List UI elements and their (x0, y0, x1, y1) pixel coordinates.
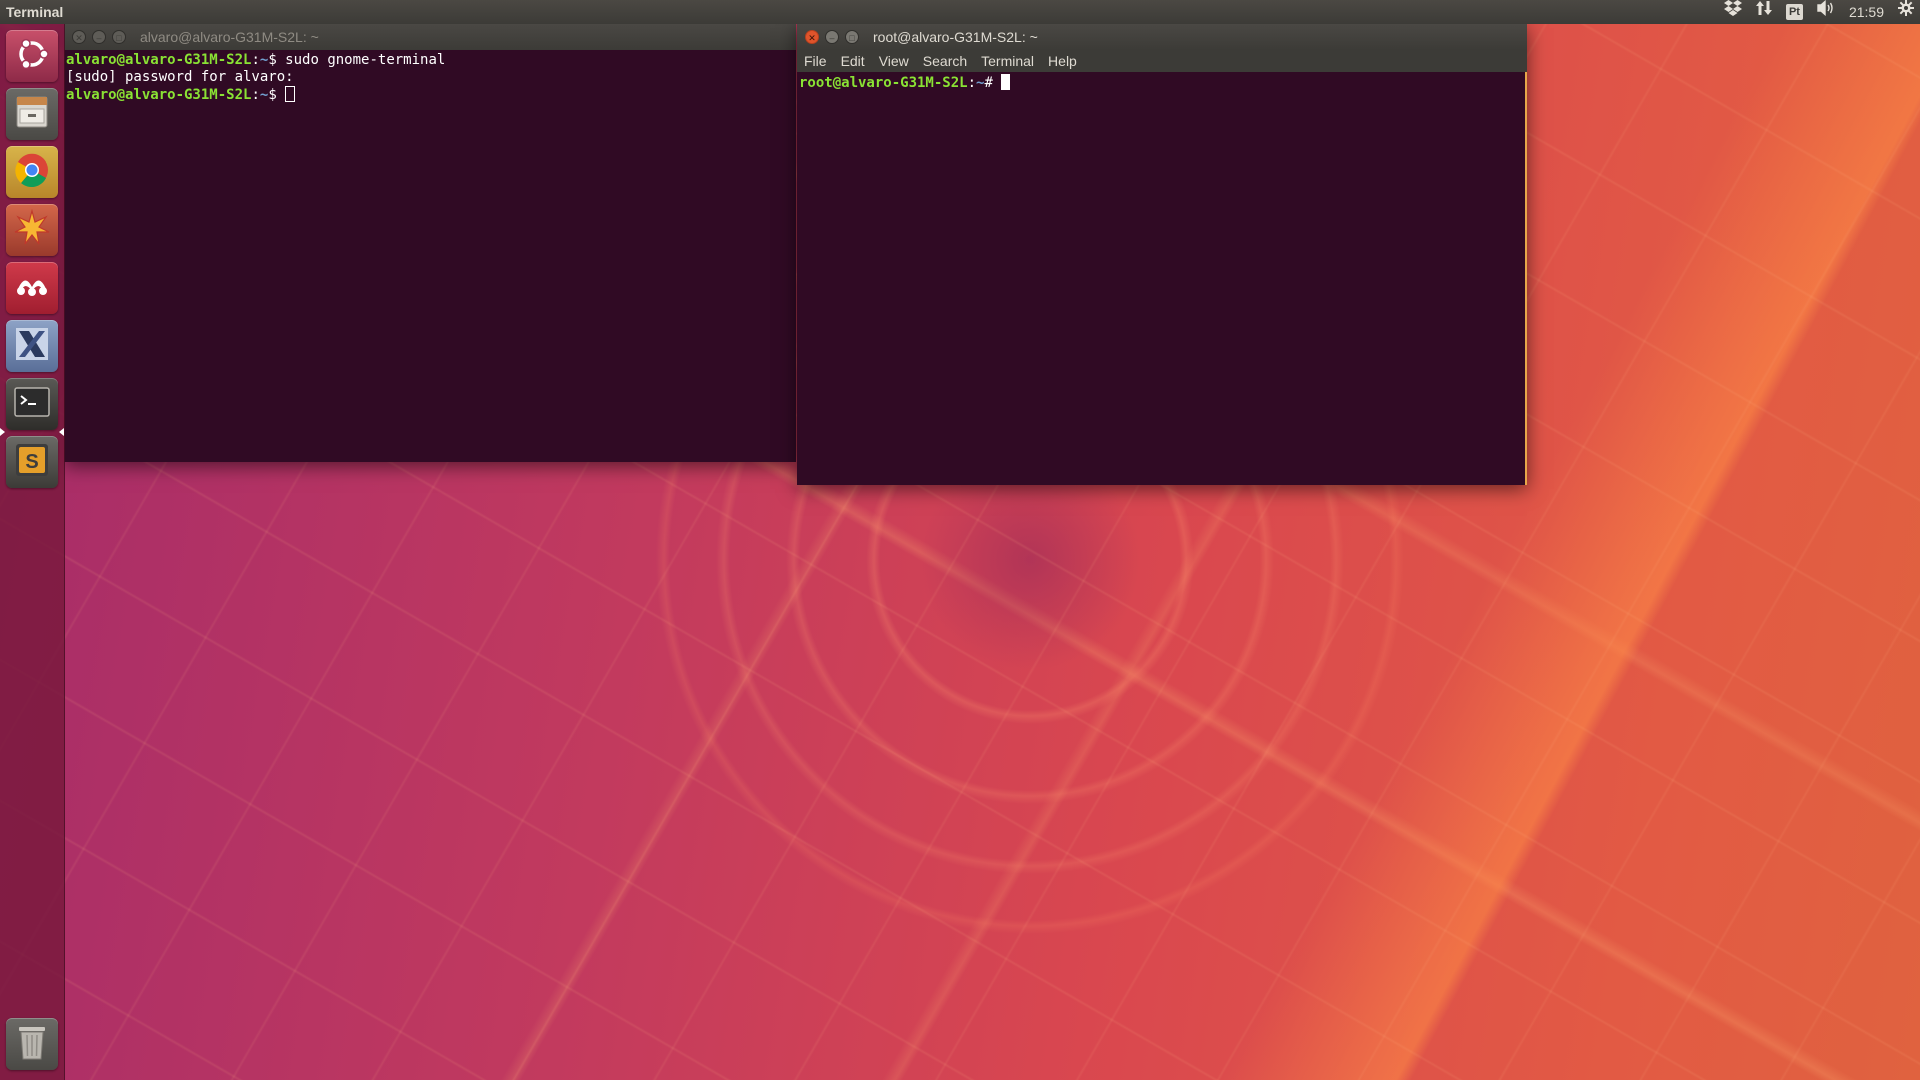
launcher-running-indicator (0, 428, 5, 436)
maximize-button[interactable]: □ (112, 30, 126, 44)
terminal-icon (13, 385, 51, 424)
keyboard-layout-indicator[interactable]: Pt (1785, 4, 1803, 20)
menu-view[interactable]: View (877, 53, 911, 69)
indicator-area: Pt 21:59 (1723, 0, 1914, 24)
menu-search[interactable]: Search (921, 53, 969, 69)
dropbox-icon[interactable] (1723, 0, 1742, 24)
launcher-chrome[interactable] (6, 146, 58, 198)
launcher-dash-home[interactable] (6, 30, 58, 82)
ubuntu-logo-icon (14, 36, 50, 77)
command-text: sudo gnome-terminal (285, 52, 446, 68)
network-icon[interactable] (1755, 0, 1772, 24)
window-titlebar[interactable]: ✕ – □ root@alvaro-G31M-S2L: ~ (797, 24, 1527, 50)
window-controls: ✕ – □ (797, 30, 873, 44)
launcher-trash[interactable] (6, 1018, 58, 1070)
terminal-cursor (285, 86, 296, 102)
gear-icon[interactable] (1898, 0, 1914, 24)
terminal-line: alvaro@alvaro-G31M-S2L:~$ (66, 86, 794, 104)
window-title: alvaro@alvaro-G31M-S2L: ~ (140, 29, 319, 45)
terminal-window-root[interactable]: ✕ – □ root@alvaro-G31M-S2L: ~ File Edit … (797, 24, 1527, 485)
trash-icon (14, 1022, 50, 1067)
terminal-output[interactable]: root@alvaro-G31M-S2L:~# (797, 72, 1527, 485)
launcher-terminal[interactable] (6, 378, 58, 430)
sublime-icon: S (13, 441, 51, 484)
launcher-x-app[interactable] (6, 320, 58, 372)
clock[interactable]: 21:59 (1849, 4, 1884, 20)
file-cabinet-icon (13, 93, 51, 136)
maximize-button[interactable]: □ (845, 30, 859, 44)
minimize-button[interactable]: – (92, 30, 106, 44)
star-burst-icon (13, 208, 51, 252)
launcher-sublime-text[interactable]: S (6, 436, 58, 488)
svg-text:S: S (25, 451, 38, 473)
launcher-files[interactable] (6, 88, 58, 140)
terminal-window-user[interactable]: ✕ – □ alvaro@alvaro-G31M-S2L: ~ alvaro@a… (64, 24, 796, 462)
terminal-output[interactable]: alvaro@alvaro-G31M-S2L:~$ sudo gnome-ter… (64, 50, 796, 462)
menu-terminal[interactable]: Terminal (979, 53, 1036, 69)
close-button[interactable]: ✕ (72, 30, 86, 44)
unity-launcher: S (0, 24, 65, 1080)
launcher-mathematica[interactable] (6, 204, 58, 256)
minimize-button[interactable]: – (825, 30, 839, 44)
window-titlebar[interactable]: ✕ – □ alvaro@alvaro-G31M-S2L: ~ (64, 24, 796, 50)
menu-help[interactable]: Help (1046, 53, 1079, 69)
volume-icon[interactable] (1817, 0, 1835, 24)
menu-bar: File Edit View Search Terminal Help (797, 50, 1527, 72)
window-controls: ✕ – □ (64, 30, 140, 44)
top-panel: Terminal Pt 21:59 (0, 0, 1920, 24)
terminal-line: root@alvaro-G31M-S2L:~# (799, 74, 1523, 92)
terminal-line: alvaro@alvaro-G31M-S2L:~$ sudo gnome-ter… (66, 52, 446, 68)
close-button[interactable]: ✕ (805, 30, 819, 44)
menu-edit[interactable]: Edit (839, 53, 867, 69)
chrome-icon (13, 151, 51, 194)
terminal-cursor (1001, 74, 1011, 90)
window-title: root@alvaro-G31M-S2L: ~ (873, 29, 1038, 45)
x-icon (13, 325, 51, 368)
menu-file[interactable]: File (802, 53, 829, 69)
launcher-focused-indicator (59, 428, 64, 436)
launcher-mendeley[interactable] (6, 262, 58, 314)
terminal-line: [sudo] password for alvaro: (66, 69, 303, 85)
mendeley-icon (13, 267, 51, 310)
active-app-title: Terminal (6, 4, 64, 20)
